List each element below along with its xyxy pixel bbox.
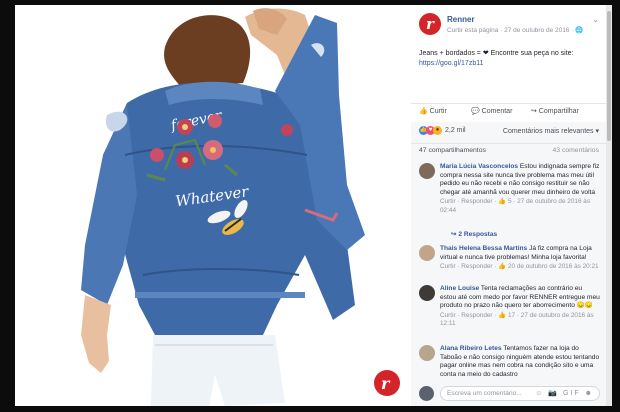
- comment-author[interactable]: Thais Helena Bessa Martins: [440, 245, 527, 252]
- denim-jacket-photo: forever Whatever r: [15, 5, 411, 406]
- comment-placeholder: Escreva um comentário...: [447, 390, 522, 397]
- divider: [411, 103, 606, 104]
- reaction-count[interactable]: 2,2 mil: [445, 127, 466, 134]
- page-name-link[interactable]: Renner: [447, 15, 475, 24]
- post-photo[interactable]: forever Whatever r: [15, 5, 411, 406]
- sort-comments-dropdown[interactable]: Comentários mais relevantes ▾: [503, 127, 599, 135]
- emoji-camera-gif-icons[interactable]: ☺ 📷 GIF ☻: [535, 389, 594, 397]
- comment-input[interactable]: Escreva um comentário... ☺ 📷 GIF ☻: [440, 386, 600, 401]
- view-replies-link[interactable]: ↪ 2 Respostas: [451, 230, 497, 238]
- scrollbar-thumb[interactable]: [607, 11, 611, 141]
- avatar[interactable]: [419, 285, 435, 301]
- window-frame: forever Whatever r r Renner Curtir esta …: [0, 0, 620, 412]
- post-header: r Renner Curtir esta página · 27 de outu…: [419, 13, 599, 43]
- page-avatar[interactable]: r: [419, 13, 441, 35]
- avatar: [419, 386, 434, 401]
- caption-link[interactable]: https://goo.gl/17zb11: [419, 59, 599, 69]
- comment-author[interactable]: Alana Ribeiro Letes: [440, 345, 502, 352]
- divider: [411, 143, 606, 144]
- post-actions: 👍 Curtir 💬 Comentar ↪ Compartilhar: [419, 105, 599, 119]
- reactions-bar[interactable]: 👍 ♥ ● 2,2 mil Comentários mais relevante…: [419, 125, 599, 139]
- avatar[interactable]: [419, 163, 435, 179]
- comment-button[interactable]: 💬 Comentar: [471, 107, 512, 115]
- comment-actions[interactable]: Curtir · Responder · 👍 17 · 27 de outubr…: [440, 312, 600, 329]
- write-comment-row: Escreva um comentário... ☺ 📷 GIF ☻: [419, 386, 601, 402]
- avatar[interactable]: [419, 345, 435, 361]
- comment-actions[interactable]: Curtir · Responder · 👍 20 de outubro de …: [440, 263, 600, 272]
- caption-text: Jeans + bordados = ❤ Encontre sua peça n…: [419, 50, 574, 57]
- post-meta: Curtir esta página · 27 de outubro de 20…: [447, 27, 584, 34]
- wow-reaction-icon: ●: [433, 126, 442, 135]
- post-sidebar: r Renner Curtir esta página · 27 de outu…: [411, 5, 606, 406]
- comment-author[interactable]: Maria Lúcia Vasconcelos: [440, 163, 518, 170]
- share-button[interactable]: ↪ Compartilhar: [531, 107, 579, 115]
- comments-count: 43 comentários: [552, 147, 599, 154]
- chevron-down-icon[interactable]: ⌄: [592, 15, 599, 24]
- avatar[interactable]: [419, 245, 435, 261]
- like-button[interactable]: 👍 Curtir: [419, 107, 447, 115]
- comment-author[interactable]: Aline Louise: [440, 285, 479, 292]
- comment-actions[interactable]: Curtir · Responder · 👍 5 · 27 de outubro…: [440, 198, 600, 215]
- shares-count[interactable]: 47 compartilhamentos: [419, 147, 486, 154]
- scrollbar[interactable]: [606, 5, 612, 406]
- post-caption: Jeans + bordados = ❤ Encontre sua peça n…: [419, 49, 599, 69]
